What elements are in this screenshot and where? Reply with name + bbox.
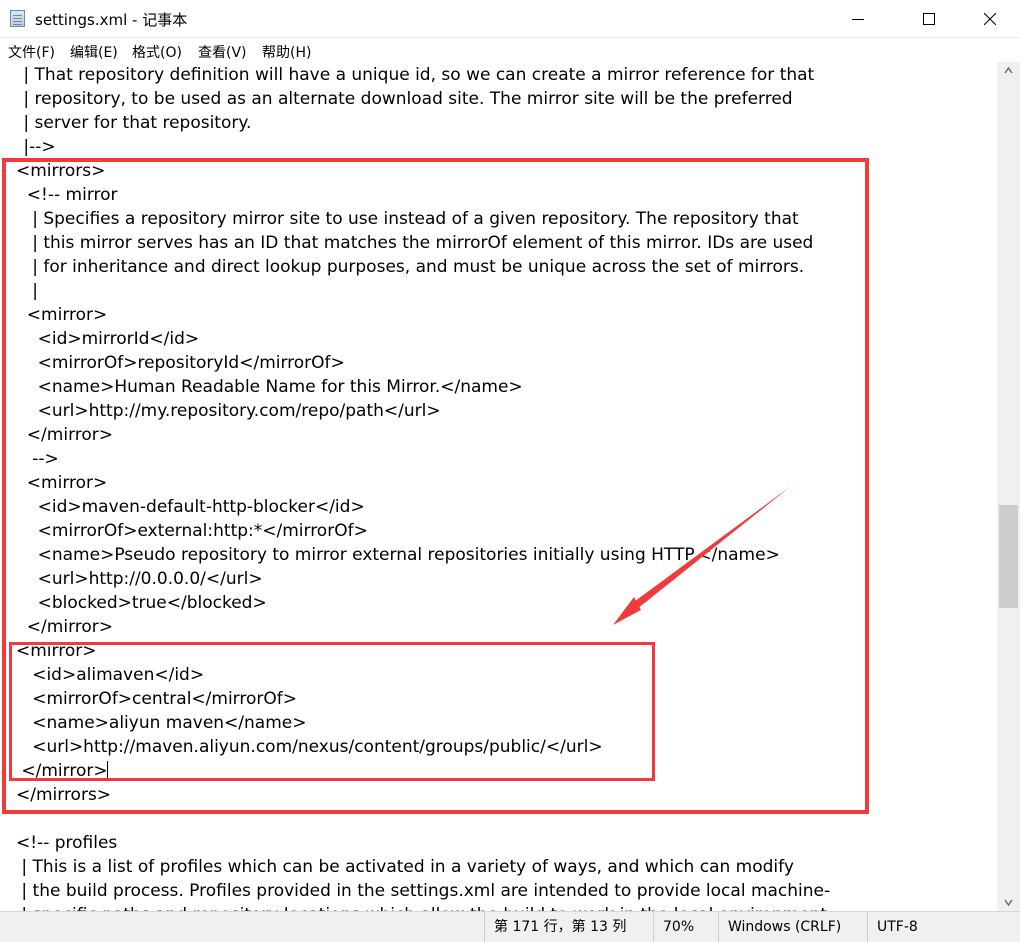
menu-view[interactable]: 查看(V) [198,42,247,62]
menu-help[interactable]: 帮助(H) [262,42,311,62]
menu-edit[interactable]: 编辑(E) [70,42,118,62]
status-zoom: 70% [653,912,717,942]
chevron-down-icon [1004,899,1013,907]
maximize-icon [923,13,935,25]
scroll-down-button[interactable] [997,894,1020,911]
status-cursor-position: 第 171 行，第 13 列 [484,912,652,942]
minimize-button[interactable] [835,0,881,38]
maximize-button[interactable] [906,0,952,38]
menu-bar: 文件(F) 编辑(E) 格式(O) 查看(V) 帮助(H) [0,38,1020,62]
menu-file[interactable]: 文件(F) [8,42,55,62]
minimize-icon [852,19,864,20]
editor-text-area[interactable]: | That repository definition will have a… [0,62,997,911]
notepad-icon [10,10,25,27]
scroll-thumb[interactable] [999,505,1018,608]
annotation-arrow-icon [613,486,791,625]
close-button[interactable] [967,0,1013,38]
scroll-up-button[interactable] [997,62,1020,79]
vertical-scrollbar[interactable] [997,62,1020,911]
title-bar[interactable]: settings.xml - 记事本 [0,0,1020,38]
window-title: settings.xml - 记事本 [35,11,188,29]
status-line-ending: Windows (CRLF) [718,912,866,942]
close-icon [984,13,996,25]
chevron-up-icon [1004,66,1013,74]
status-encoding: UTF-8 [867,912,997,942]
menu-format[interactable]: 格式(O) [132,42,182,62]
status-bar: 第 171 行，第 13 列 70% Windows (CRLF) UTF-8 [0,911,1020,942]
